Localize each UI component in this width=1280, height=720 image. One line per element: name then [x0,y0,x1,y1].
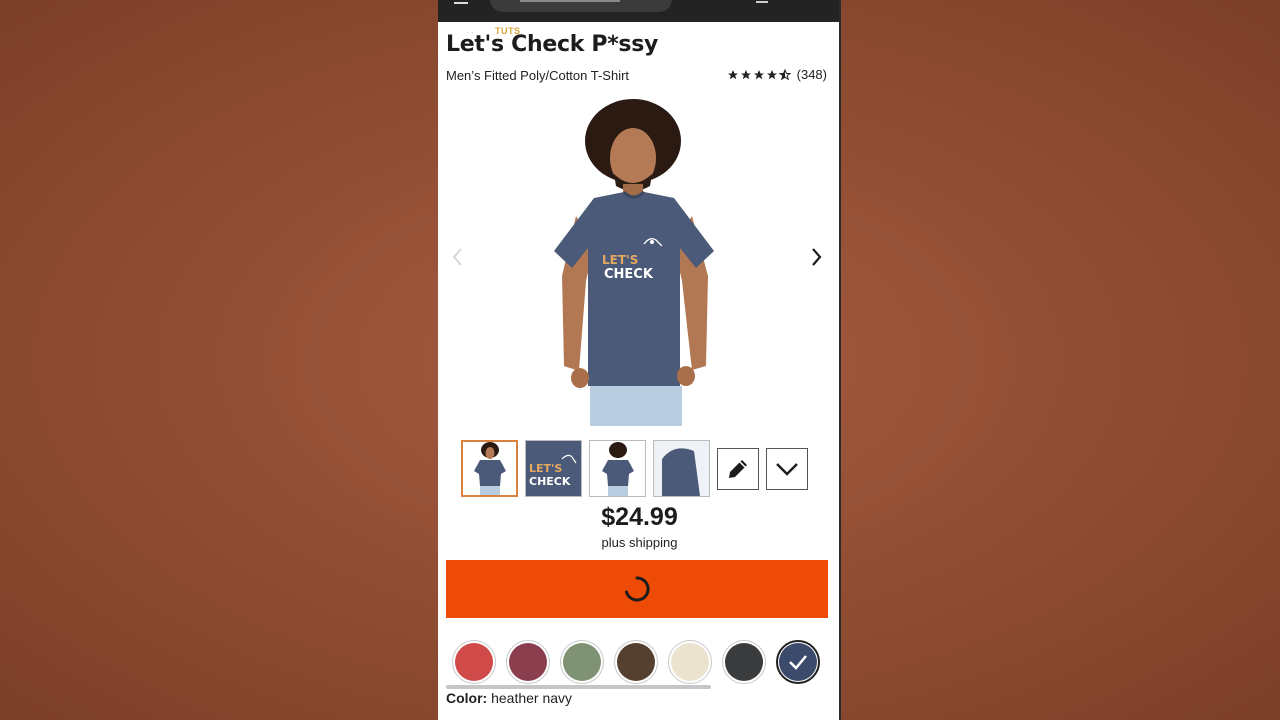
shipping-note: plus shipping [601,535,678,550]
phone-screen: · · TUTS Let's Check P*ssy Men’s Fitted … [438,0,841,720]
thumbnail-strip: LET'S CHECK [461,440,808,497]
browser-toolbar [438,0,839,22]
add-to-cart-button[interactable] [446,560,828,618]
product-photo: LET'S CHECK [554,99,714,426]
product-price: $24.99 [601,503,678,531]
color-swatch[interactable] [722,640,766,684]
star-icon [766,69,777,79]
swatch-fill [671,643,709,681]
star-icon [753,69,764,79]
color-swatch[interactable] [452,640,496,684]
thumbnail-image: LET'S CHECK [526,441,581,496]
chevron-down-icon [776,462,798,476]
color-swatch[interactable] [614,640,658,684]
swatch-fill [725,643,763,681]
color-swatch[interactable] [668,640,712,684]
customize-button[interactable] [717,447,759,490]
color-swatch[interactable] [776,640,820,684]
chevron-right-icon[interactable] [806,246,826,268]
swatch-fill [779,643,817,681]
color-swatches [452,640,820,684]
svg-text:CHECK: CHECK [529,475,571,488]
rating-count: (348) [796,67,827,82]
menu-icon[interactable] [454,0,468,4]
thumbnail-image [601,442,634,496]
more-thumbnails-button[interactable] [766,447,808,490]
checkmark-icon [789,655,807,670]
color-swatch[interactable] [506,640,550,684]
thumbnail-image [654,441,709,496]
product-rating[interactable]: (348) [727,67,827,82]
address-bar[interactable] [490,0,672,12]
star-icon [727,69,738,79]
swatch-fill [509,643,547,681]
spinner-icon [625,576,650,602]
chevron-left-icon[interactable] [448,246,468,268]
selected-color: Color: heather navy [446,690,572,706]
color-swatch[interactable] [560,640,604,684]
thumbnail-image [473,442,506,495]
shirt-print-line2: CHECK [604,267,654,282]
pencil-icon [729,459,747,478]
thumbnail-front-model[interactable] [461,440,518,497]
product-image-carousel[interactable]: LET'S CHECK [438,96,839,426]
shirt-print-line1: LET'S [602,253,638,267]
thumbnail-fabric-detail[interactable] [653,440,710,497]
swatch-fill [617,643,655,681]
rating-stars [727,68,791,81]
star-half-icon [778,68,791,80]
star-icon [740,69,751,79]
tabs-icon[interactable] [756,0,768,3]
swatch-scrollbar[interactable] [446,685,711,689]
product-subtitle: Men’s Fitted Poly/Cotton T-Shirt [446,68,630,83]
color-label: Color: [446,690,488,706]
thumbnail-design-closeup[interactable]: LET'S CHECK [525,440,582,497]
thumbnail-back-model[interactable] [589,440,646,497]
color-value: heather navy [491,690,573,706]
product-title: Let's Check P*ssy [446,32,659,57]
swatch-fill [455,643,493,681]
swatch-fill [563,643,601,681]
svg-text:LET'S: LET'S [529,462,562,475]
